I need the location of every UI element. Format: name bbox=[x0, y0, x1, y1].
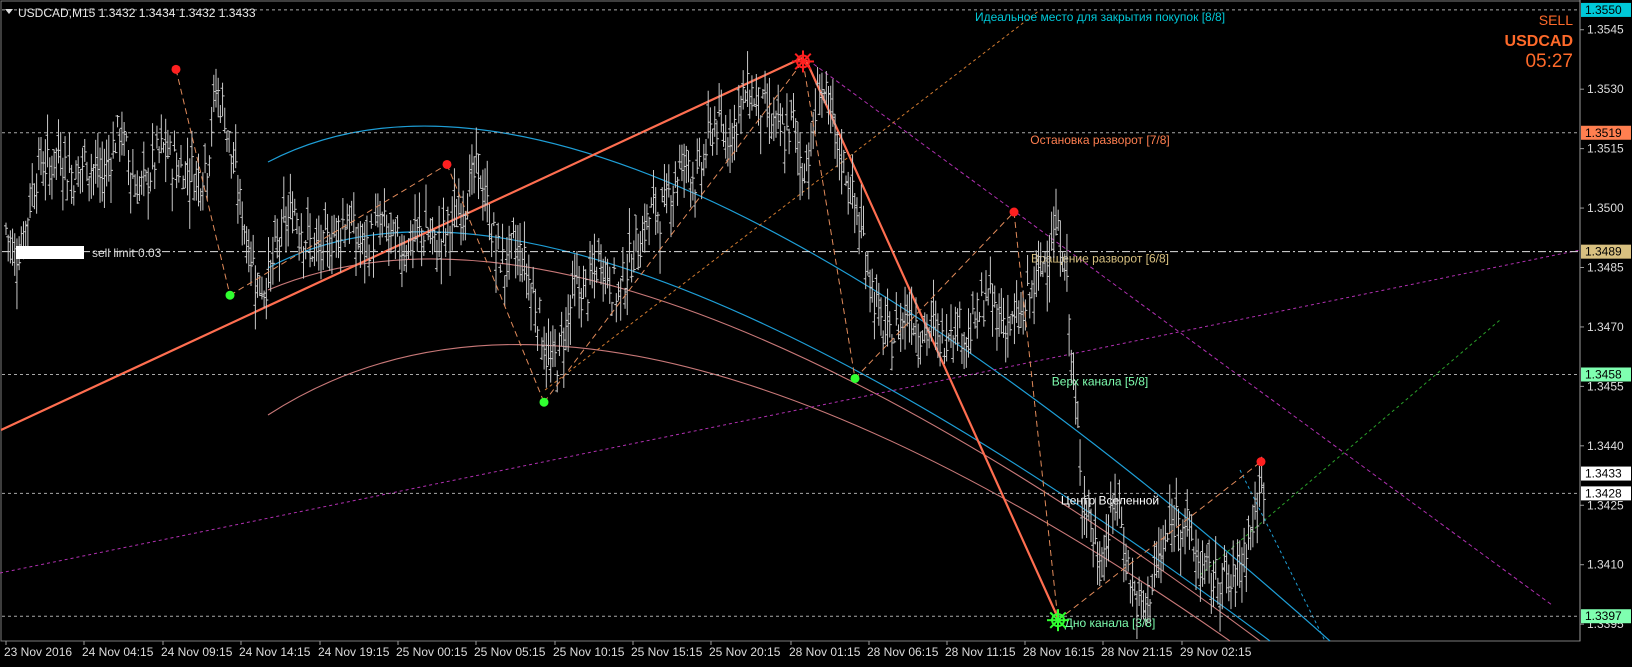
time-tick-label: 23 Nov 2016 bbox=[4, 645, 72, 659]
level-price-label: 1.3489 bbox=[1585, 245, 1622, 259]
price-tick-label: 1.3410 bbox=[1587, 558, 1624, 572]
time-tick-label: 25 Nov 10:15 bbox=[553, 645, 625, 659]
order-label: sell limit 0.03 bbox=[92, 246, 162, 260]
swing-high-marker-icon bbox=[442, 159, 452, 169]
symbol-info: USDCAD,M15 1.3432 1.3434 1.3432 1.3433 bbox=[18, 6, 256, 20]
price-tick-label: 1.3500 bbox=[1587, 201, 1624, 215]
time-tick-label: 28 Nov 21:15 bbox=[1101, 645, 1173, 659]
level-text: Вращение разворот [6/8] bbox=[1031, 252, 1169, 266]
price-tick-label: 1.3545 bbox=[1587, 23, 1624, 37]
time-tick-label: 24 Nov 14:15 bbox=[239, 645, 311, 659]
price-tick-label: 1.3485 bbox=[1587, 261, 1624, 275]
level-price-label: 1.3550 bbox=[1585, 3, 1622, 17]
signal-timer: 05:27 bbox=[1525, 51, 1573, 72]
level-price-label: 1.3428 bbox=[1585, 486, 1622, 500]
price-tick-label: 1.3515 bbox=[1587, 142, 1624, 156]
swing-low-marker-icon bbox=[539, 397, 549, 407]
time-tick-label: 24 Nov 04:15 bbox=[82, 645, 154, 659]
order-box[interactable] bbox=[16, 246, 84, 259]
level-text: Верх канала [5/8] bbox=[1052, 374, 1148, 388]
level-price-label: 1.3519 bbox=[1585, 126, 1622, 140]
time-tick-label: 28 Nov 01:15 bbox=[789, 645, 861, 659]
price-tick-label: 1.3530 bbox=[1587, 82, 1624, 96]
chart-background bbox=[0, 0, 1632, 667]
time-tick-label: 25 Nov 00:15 bbox=[396, 645, 468, 659]
time-tick-label: 24 Nov 09:15 bbox=[161, 645, 233, 659]
swing-high-marker-icon bbox=[1256, 457, 1266, 467]
level-text: Остановка разворот [7/8] bbox=[1030, 133, 1169, 147]
level-text: Идеальное место для закрытия покупок [8/… bbox=[975, 10, 1225, 24]
signal-symbol: USDCAD bbox=[1505, 33, 1573, 50]
swing-high-marker-icon bbox=[1009, 207, 1019, 217]
price-chart[interactable]: Идеальное место для закрытия покупок [8/… bbox=[0, 0, 1632, 667]
level-text: Центр Вселенной bbox=[1061, 493, 1159, 507]
swing-low-marker-icon bbox=[850, 373, 860, 383]
price-tick-label: 1.3440 bbox=[1587, 439, 1624, 453]
current-price-label: 1.3433 bbox=[1585, 467, 1622, 481]
time-tick-label: 25 Nov 20:15 bbox=[709, 645, 781, 659]
price-tick-label: 1.3470 bbox=[1587, 320, 1624, 334]
major-low-marker-icon bbox=[1047, 609, 1069, 632]
major-high-marker-icon bbox=[792, 50, 814, 73]
time-tick-label: 29 Nov 02:15 bbox=[1180, 645, 1252, 659]
time-tick-label: 28 Nov 06:15 bbox=[867, 645, 939, 659]
time-tick-label: 28 Nov 16:15 bbox=[1023, 645, 1095, 659]
swing-high-marker-icon bbox=[171, 64, 181, 74]
level-price-label: 1.3397 bbox=[1585, 609, 1622, 623]
swing-low-marker-icon bbox=[225, 290, 235, 300]
signal-direction: SELL bbox=[1539, 12, 1573, 28]
time-tick-label: 25 Nov 15:15 bbox=[631, 645, 703, 659]
level-price-label: 1.3458 bbox=[1585, 367, 1622, 381]
time-tick-label: 28 Nov 11:15 bbox=[945, 645, 1016, 659]
time-tick-label: 24 Nov 19:15 bbox=[318, 645, 390, 659]
time-tick-label: 25 Nov 05:15 bbox=[474, 645, 546, 659]
